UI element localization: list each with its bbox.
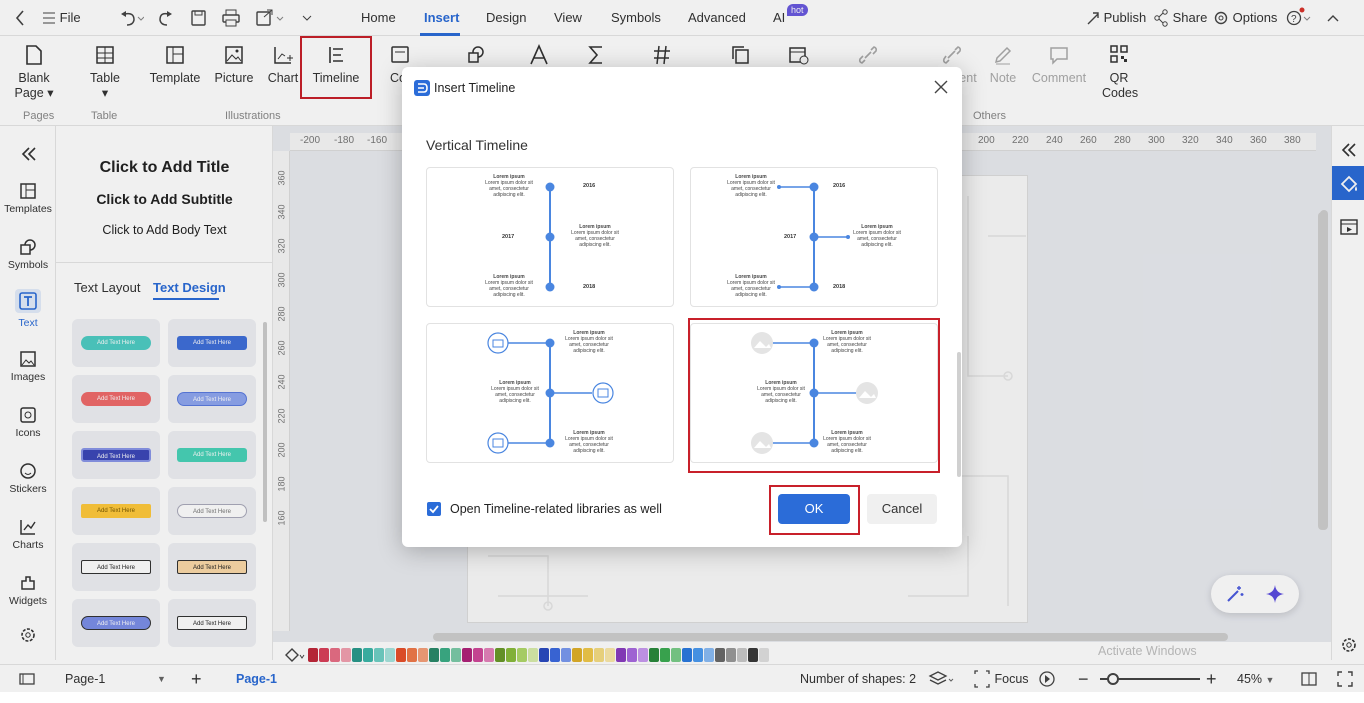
year-label: 2016 (583, 183, 596, 189)
entry-body: Lorem ipsum dolor sit amet, consectetur … (727, 180, 775, 198)
entry-body: Lorem ipsum dolor sit amet, consectetur … (485, 180, 533, 198)
timeline-entry: Lorem ipsum Lorem ipsum dolor sit amet, c… (489, 380, 541, 404)
entry-body: Lorem ipsum dolor sit amet, consectetur … (565, 436, 613, 454)
entry-body: Lorem ipsum dolor sit amet, consectetur … (571, 230, 619, 248)
libraries-checkbox-label[interactable]: Open Timeline-related libraries as well (450, 502, 662, 516)
timeline-entry: Lorem ipsum Lorem ipsum dolor sit amet, c… (569, 224, 621, 248)
timeline-entry: Lorem ipsum Lorem ipsum dolor sit amet, c… (563, 430, 615, 454)
close-icon[interactable] (934, 80, 948, 97)
selected-template-highlight (688, 318, 940, 473)
year-label: 2018 (583, 284, 596, 290)
timeline-entry: Lorem ipsum Lorem ipsum dolor sit amet, c… (563, 330, 615, 354)
entry-body: Lorem ipsum dolor sit amet, consectetur … (485, 280, 533, 298)
timeline-entry: Lorem ipsum Lorem ipsum dolor sit amet, c… (851, 224, 903, 248)
year-label: 2017 (502, 234, 515, 240)
entry-body: Lorem ipsum dolor sit amet, consectetur … (727, 280, 775, 298)
app-logo-icon (414, 80, 430, 99)
timeline-entry: Lorem ipsum Lorem ipsum dolor sit amet, c… (725, 274, 777, 298)
dialog-title: Insert Timeline (434, 81, 516, 95)
timeline-entry: Lorem ipsum Lorem ipsum dolor sit amet, c… (725, 174, 777, 198)
year-label: 2016 (833, 183, 846, 189)
libraries-checkbox[interactable] (427, 502, 441, 519)
timeline-template-card[interactable]: Lorem ipsum Lorem ipsum dolor sit amet, c… (690, 167, 938, 307)
entry-body: Lorem ipsum dolor sit amet, consectetur … (565, 336, 613, 354)
insert-timeline-dialog: Insert Timeline Vertical Timeline Lorem … (402, 67, 962, 547)
timeline-line (487, 332, 614, 454)
timeline-entry: Lorem ipsum Lorem ipsum dolor sit amet, c… (483, 274, 535, 298)
ok-highlight (769, 485, 860, 535)
dialog-scrollbar[interactable] (957, 352, 961, 477)
timeline-template-card[interactable]: Lorem ipsum Lorem ipsum dolor sit amet, c… (426, 167, 674, 307)
section-heading: Vertical Timeline (426, 137, 528, 153)
timeline-line (545, 182, 555, 292)
year-label: 2017 (784, 234, 797, 240)
year-label: 2018 (833, 284, 846, 290)
entry-body: Lorem ipsum dolor sit amet, consectetur … (491, 386, 539, 404)
cancel-button[interactable]: Cancel (867, 494, 937, 524)
timeline-template-card[interactable]: Lorem ipsum Lorem ipsum dolor sit amet, c… (426, 323, 674, 463)
entry-body: Lorem ipsum dolor sit amet, consectetur … (853, 230, 901, 248)
timeline-entry: Lorem ipsum Lorem ipsum dolor sit amet, c… (483, 174, 535, 198)
